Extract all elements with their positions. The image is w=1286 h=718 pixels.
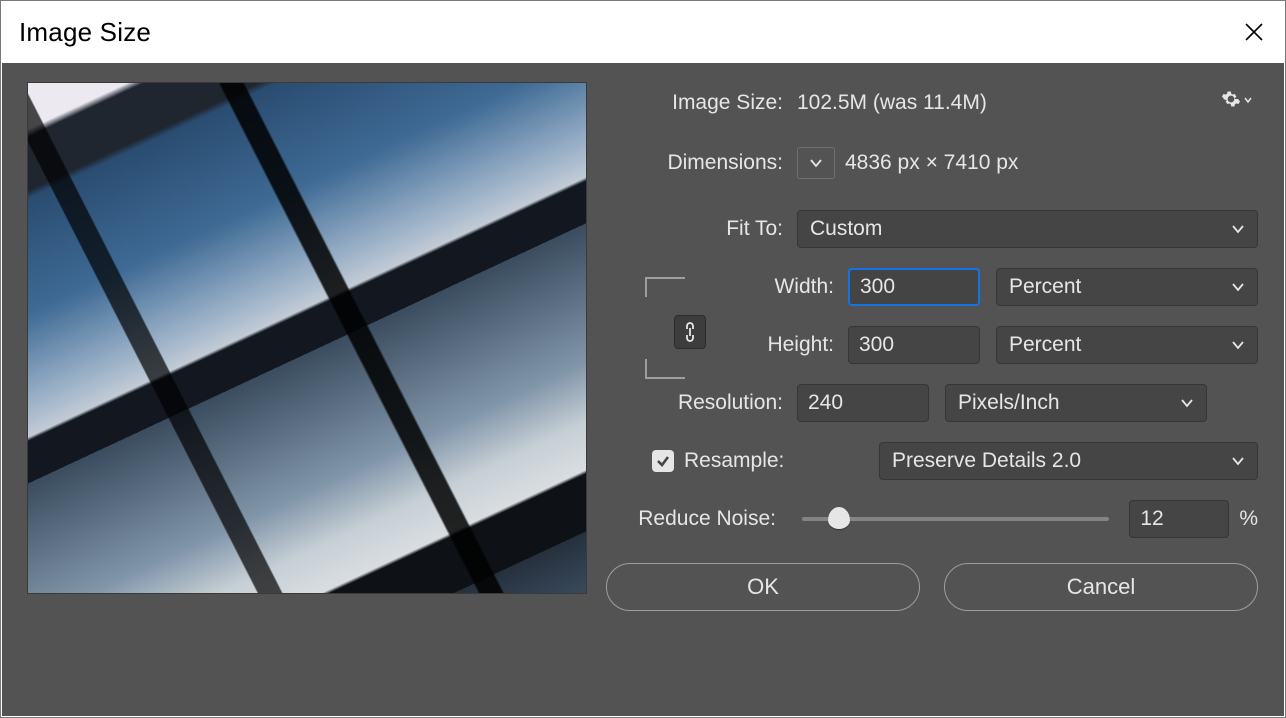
width-row: Width: Percent — [602, 265, 1258, 309]
chevron-down-icon — [1231, 456, 1245, 466]
resolution-row: Resolution: Pixels/Inch — [602, 381, 1258, 425]
height-unit-value: Percent — [1009, 333, 1081, 357]
dropdown-caret-icon — [1243, 89, 1253, 109]
width-unit-select[interactable]: Percent — [996, 268, 1258, 306]
fit-to-select[interactable]: Custom — [797, 210, 1258, 248]
close-button[interactable] — [1223, 1, 1285, 63]
resample-method-value: Preserve Details 2.0 — [892, 449, 1081, 473]
preview-pane — [2, 63, 602, 716]
image-size-value: 102.5M (was 11.4M) — [797, 91, 987, 115]
chevron-down-icon — [1231, 224, 1245, 234]
resample-checkbox[interactable] — [652, 450, 674, 472]
image-size-label: Image Size: — [602, 91, 797, 115]
dimensions-value: 4836 px × 7410 px — [845, 151, 1018, 175]
reduce-noise-label: Reduce Noise: — [638, 507, 796, 531]
resample-label: Resample: — [684, 449, 879, 473]
chevron-down-icon — [1180, 398, 1194, 408]
reduce-noise-input[interactable] — [1129, 500, 1229, 538]
width-unit-value: Percent — [1009, 275, 1081, 299]
dimensions-label: Dimensions: — [602, 151, 797, 175]
height-label: Height: — [748, 333, 848, 357]
image-size-dialog: Image Size Image Size: 102.5M (was 11.4M… — [0, 0, 1286, 718]
percent-suffix: % — [1239, 507, 1258, 531]
link-icon — [683, 321, 697, 343]
fit-to-label: Fit To: — [602, 217, 797, 241]
chevron-down-icon — [1231, 340, 1245, 350]
gear-icon — [1221, 89, 1241, 109]
reduce-noise-slider[interactable] — [802, 517, 1109, 521]
chevron-down-icon — [809, 158, 823, 168]
chevron-down-icon — [1231, 282, 1245, 292]
height-input[interactable] — [848, 326, 980, 364]
controls-pane: Image Size: 102.5M (was 11.4M) Dimension… — [602, 63, 1284, 716]
dialog-title: Image Size — [19, 17, 151, 48]
resample-row: Resample: Preserve Details 2.0 — [602, 439, 1258, 483]
width-label: Width: — [748, 275, 848, 299]
image-size-info-row: Image Size: 102.5M (was 11.4M) — [602, 81, 1258, 125]
ok-button[interactable]: OK — [606, 563, 920, 611]
resolution-label: Resolution: — [602, 391, 797, 415]
reduce-noise-row: Reduce Noise: % — [602, 497, 1258, 541]
height-unit-select[interactable]: Percent — [996, 326, 1258, 364]
close-icon — [1244, 22, 1264, 42]
width-height-group: Width: Percent Height: Percent — [602, 265, 1258, 367]
image-preview[interactable] — [27, 82, 587, 594]
constrain-proportions-button[interactable] — [674, 315, 706, 349]
dimensions-units-button[interactable] — [797, 147, 835, 179]
slider-thumb[interactable] — [828, 507, 850, 529]
width-input[interactable] — [848, 268, 980, 306]
fit-to-value: Custom — [810, 217, 882, 241]
resolution-input[interactable] — [797, 384, 929, 422]
dialog-buttons: OK Cancel — [602, 563, 1258, 611]
settings-menu-button[interactable] — [1220, 87, 1254, 111]
check-icon — [655, 453, 671, 469]
cancel-button[interactable]: Cancel — [944, 563, 1258, 611]
dimensions-row: Dimensions: 4836 px × 7410 px — [602, 141, 1258, 185]
resample-method-select[interactable]: Preserve Details 2.0 — [879, 442, 1258, 480]
titlebar: Image Size — [1, 1, 1285, 63]
resolution-unit-value: Pixels/Inch — [958, 391, 1060, 415]
resolution-unit-select[interactable]: Pixels/Inch — [945, 384, 1207, 422]
dialog-body: Image Size: 102.5M (was 11.4M) Dimension… — [2, 63, 1284, 716]
fit-to-row: Fit To: Custom — [602, 207, 1258, 251]
